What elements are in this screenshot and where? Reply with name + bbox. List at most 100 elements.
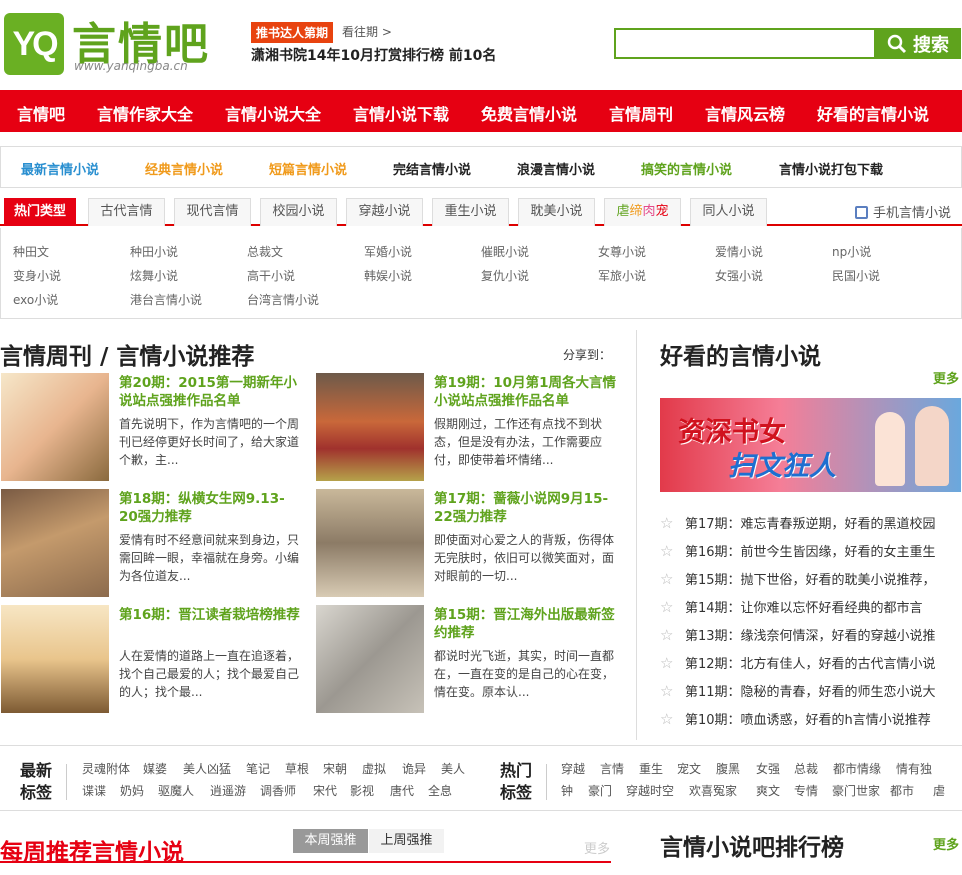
tag-link[interactable]: 笔记: [246, 760, 270, 777]
tag-link[interactable]: 奶妈: [120, 782, 144, 799]
card-thumbnail[interactable]: [316, 489, 424, 597]
tag-link[interactable]: 虚拟: [362, 760, 386, 777]
tag-link[interactable]: 女尊小说: [598, 243, 646, 260]
tab-fanfic[interactable]: 同人小说: [690, 198, 767, 226]
tag-link[interactable]: 军婚小说: [364, 243, 412, 260]
tag-link[interactable]: 全息: [428, 782, 452, 799]
card-title[interactable]: 第17期：蔷薇小说网9月15-22强力推荐: [434, 490, 616, 526]
tag-link[interactable]: 宠文: [677, 760, 701, 777]
subnav-item[interactable]: 搞笑的言情小说: [641, 159, 732, 178]
card-thumbnail[interactable]: [316, 373, 424, 481]
tag-link[interactable]: 总裁: [794, 760, 818, 777]
tag-link[interactable]: 美人凶猛: [183, 760, 231, 777]
tag-link[interactable]: 军旅小说: [598, 267, 646, 284]
tag-link[interactable]: 复仇小说: [481, 267, 529, 284]
subnav-item[interactable]: 经典言情小说: [145, 159, 223, 178]
more-link[interactable]: 更多: [933, 834, 959, 853]
nav-item[interactable]: 言情作家大全: [97, 101, 193, 125]
card-thumbnail[interactable]: [1, 489, 109, 597]
tag-link[interactable]: 韩娱小说: [364, 267, 412, 284]
tag-link[interactable]: 炫舞小说: [130, 267, 178, 284]
tag-link[interactable]: 穿越: [561, 760, 585, 777]
tag-link[interactable]: 谍谍: [82, 782, 106, 799]
tab-modern[interactable]: 现代言情: [174, 198, 251, 226]
tab-danmei[interactable]: 耽美小说: [518, 198, 595, 226]
tag-link[interactable]: 情有独: [896, 760, 932, 777]
tab-rebirth[interactable]: 重生小说: [432, 198, 509, 226]
tag-link[interactable]: 总裁文: [247, 243, 283, 260]
promo-banner[interactable]: 资深书女 扫文狂人: [660, 398, 961, 492]
tag-link[interactable]: 草根: [285, 760, 309, 777]
tag-link[interactable]: 种田文: [13, 243, 49, 260]
recommend-list-item[interactable]: ☆ 第12期：北方有佳人，好看的古代言情小说: [660, 653, 961, 673]
card-title[interactable]: 第18期：纵横女生网9.13-20强力推荐: [119, 490, 301, 526]
tag-link[interactable]: 民国小说: [832, 267, 880, 284]
tag-link[interactable]: 爽文: [756, 782, 780, 799]
card-thumbnail[interactable]: [1, 605, 109, 713]
tag-link[interactable]: 重生: [639, 760, 663, 777]
recommend-list-item[interactable]: ☆ 第10期：喷血诱惑，好看的h言情小说推荐: [660, 709, 961, 729]
subnav-item[interactable]: 言情小说打包下载: [779, 159, 883, 178]
nav-item[interactable]: 好看的言情小说: [817, 101, 929, 125]
nav-item[interactable]: 免费言情小说: [481, 101, 577, 125]
card-title[interactable]: 第15期：晋江海外出版最新签约推荐: [434, 606, 616, 642]
tag-link[interactable]: 催眠小说: [481, 243, 529, 260]
card-title[interactable]: 第16期：晋江读者栽培榜推荐: [119, 606, 301, 624]
recommend-list-item[interactable]: ☆ 第13期：缘浅奈何情深，好看的穿越小说推: [660, 625, 961, 645]
subnav-item[interactable]: 最新言情小说: [21, 159, 99, 178]
recommend-list-item[interactable]: ☆ 第15期：抛下世俗，好看的耽美小说推荐，: [660, 569, 961, 589]
card-title[interactable]: 第19期：10月第1周各大言情小说站点强推作品名单: [434, 374, 616, 410]
subnav-item[interactable]: 短篇言情小说: [269, 159, 347, 178]
tag-link[interactable]: 灵魂附体: [82, 760, 130, 777]
tab-last-week[interactable]: 上周强推: [369, 829, 444, 853]
nav-item[interactable]: 言情小说大全: [225, 101, 321, 125]
more-link[interactable]: 更多: [933, 368, 959, 387]
tag-link[interactable]: 驱魔人: [158, 782, 194, 799]
tag-link[interactable]: 豪门: [588, 782, 612, 799]
tag-link[interactable]: 虐: [933, 782, 945, 799]
tag-link[interactable]: 美人: [441, 760, 465, 777]
tag-link[interactable]: 宋朝: [323, 760, 347, 777]
tab-hot-types[interactable]: 热门类型: [4, 198, 76, 226]
tab-campus[interactable]: 校园小说: [260, 198, 337, 226]
tag-link[interactable]: 专情: [794, 782, 818, 799]
tag-link[interactable]: 种田小说: [130, 243, 178, 260]
subnav-item[interactable]: 浪漫言情小说: [517, 159, 595, 178]
tag-link[interactable]: 都市: [890, 782, 914, 799]
card-thumbnail[interactable]: [316, 605, 424, 713]
tag-link[interactable]: 女强小说: [715, 267, 763, 284]
tag-link[interactable]: 钟: [561, 782, 573, 799]
tab-ancient[interactable]: 古代言情: [88, 198, 165, 226]
tag-link[interactable]: 女强: [756, 760, 780, 777]
tag-link[interactable]: 言情: [600, 760, 624, 777]
tag-link[interactable]: 诡异: [402, 760, 426, 777]
search-button[interactable]: 搜索: [875, 28, 961, 59]
tag-link[interactable]: 都市情缘: [833, 760, 881, 777]
tag-link[interactable]: 逍遥游: [210, 782, 246, 799]
recommend-list-item[interactable]: ☆ 第16期：前世今生皆因缘，好看的女主重生: [660, 541, 961, 561]
more-link[interactable]: 更多: [584, 838, 610, 857]
tag-link[interactable]: 高干小说: [247, 267, 295, 284]
tag-link[interactable]: 台湾言情小说: [247, 291, 319, 308]
tag-link[interactable]: 豪门世家: [832, 782, 880, 799]
nav-item[interactable]: 言情小说下载: [353, 101, 449, 125]
recommend-list-item[interactable]: ☆ 第17期：难忘青春叛逆期，好看的黑道校园: [660, 513, 961, 533]
tag-link[interactable]: 腹黑: [716, 760, 740, 777]
tag-link[interactable]: 宋代: [313, 782, 337, 799]
tag-link[interactable]: 影视: [350, 782, 374, 799]
tag-link[interactable]: 爱情小说: [715, 243, 763, 260]
recommend-list-item[interactable]: ☆ 第14期：让你难以忘怀好看经典的都市言: [660, 597, 961, 617]
tag-link[interactable]: exo小说: [13, 291, 58, 308]
promo-badge[interactable]: 推书达人第期: [251, 22, 334, 43]
tag-link[interactable]: 港台言情小说: [130, 291, 202, 308]
tag-link[interactable]: 唐代: [390, 782, 414, 799]
tag-link[interactable]: np小说: [832, 243, 871, 260]
nav-item[interactable]: 言情风云榜: [705, 101, 785, 125]
tab-nue-chong[interactable]: 虐缔肉宠: [604, 198, 681, 226]
promo-title-link[interactable]: 潇湘书院14年10月打赏排行榜 前10名: [251, 45, 496, 65]
nav-item[interactable]: 言情周刊: [609, 101, 673, 125]
nav-item[interactable]: 言情吧: [17, 101, 65, 125]
tag-link[interactable]: 穿越时空: [626, 782, 674, 799]
card-title[interactable]: 第20期：2015第一期新年小说站点强推作品名单: [119, 374, 301, 410]
recommend-list-item[interactable]: ☆ 第11期：隐秘的青春，好看的师生恋小说大: [660, 681, 961, 701]
